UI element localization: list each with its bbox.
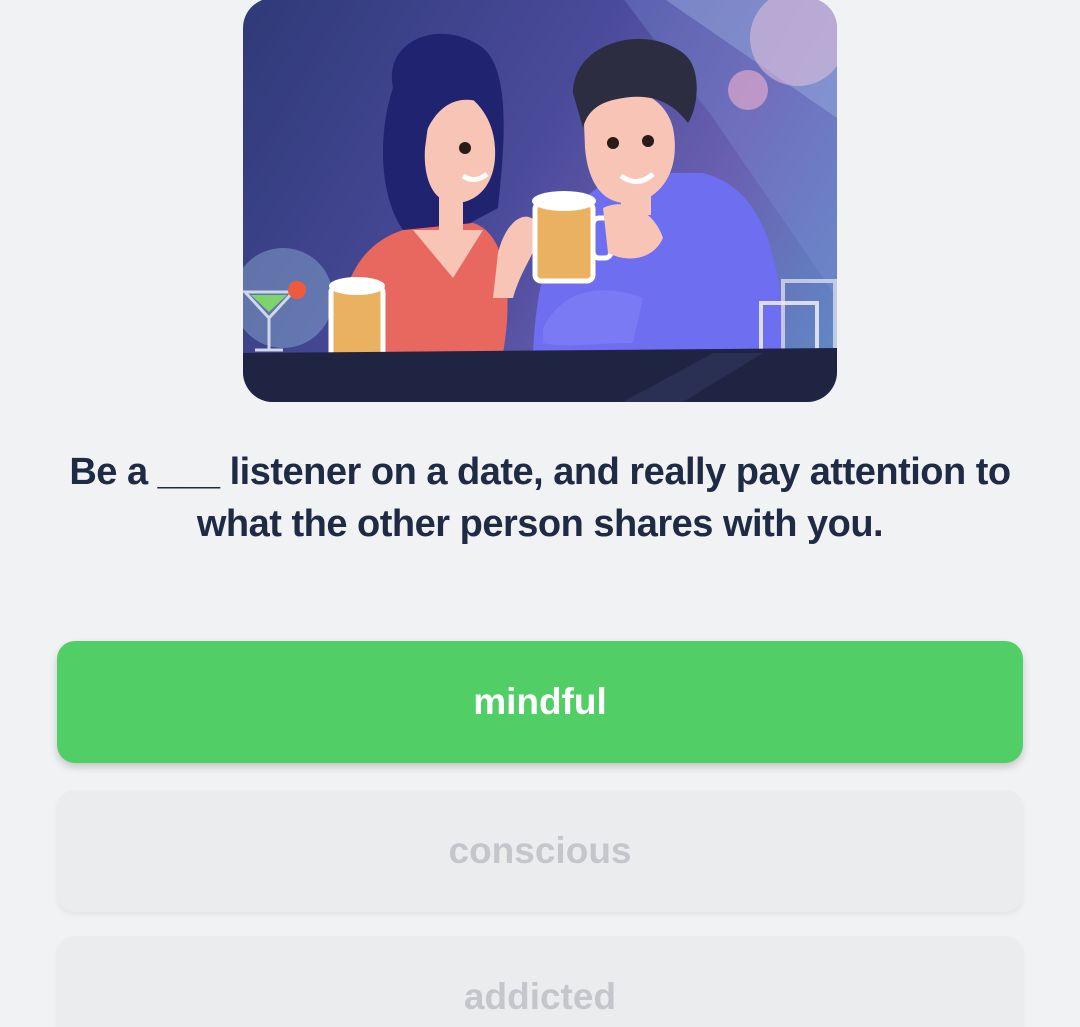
- answer-option-mindful[interactable]: mindful: [57, 641, 1023, 763]
- quiz-screen: Be a ___ listener on a date, and really …: [0, 0, 1080, 1027]
- question-text: Be a ___ listener on a date, and really …: [69, 451, 1011, 545]
- answer-option-conscious[interactable]: conscious: [57, 790, 1023, 912]
- couple-at-bar-illustration: [243, 0, 837, 402]
- answer-option-addicted[interactable]: addicted: [57, 936, 1023, 1027]
